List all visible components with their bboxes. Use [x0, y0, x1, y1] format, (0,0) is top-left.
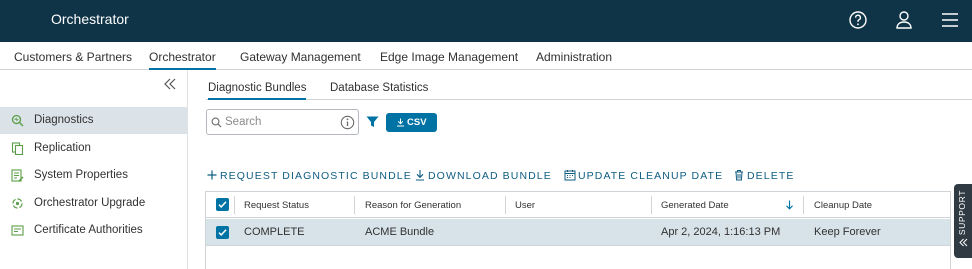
column-divider: [803, 196, 804, 214]
action-label: REQUEST DIAGNOSTIC BUNDLE: [220, 170, 412, 182]
column-header-cleanup-date[interactable]: Cleanup Date: [814, 200, 872, 211]
sidebar-item-label: Replication: [34, 142, 91, 154]
row-checkbox[interactable]: [216, 226, 229, 239]
help-icon[interactable]: [846, 8, 870, 32]
filter-icon[interactable]: [366, 116, 379, 128]
diagnostics-icon: [11, 114, 24, 127]
sidebar-item-orchestrator-upgrade[interactable]: Orchestrator Upgrade: [0, 190, 187, 217]
sidebar-item-label: Certificate Authorities: [34, 224, 143, 236]
checkmark-icon: [218, 229, 227, 236]
action-label: DELETE: [747, 170, 795, 182]
system-properties-icon: [11, 169, 24, 182]
replication-icon: [11, 142, 24, 155]
column-header-user[interactable]: User: [515, 200, 535, 211]
upgrade-icon: [12, 198, 23, 209]
info-icon[interactable]: [340, 115, 355, 130]
sidebar-item-system-properties[interactable]: System Properties: [0, 162, 187, 189]
table-row[interactable]: COMPLETE ACME Bundle Apr 2, 2024, 1:16:1…: [206, 219, 950, 246]
search-icon: [211, 117, 222, 128]
cell-cleanup-date: Keep Forever: [814, 226, 881, 238]
table-header: Request Status Reason for Generation Use…: [206, 192, 950, 218]
cell-reason: ACME Bundle: [365, 226, 435, 238]
app-header: Orchestrator: [0, 0, 972, 42]
sidebar-item-certificate-authorities[interactable]: Certificate Authorities: [0, 217, 187, 244]
topnav-customers-partners[interactable]: Customers & Partners: [14, 42, 132, 70]
column-divider: [505, 196, 506, 214]
action-label: DOWNLOAD BUNDLE: [428, 170, 552, 182]
cell-generated-date: Apr 2, 2024, 1:16:13 PM: [661, 226, 781, 238]
column-divider: [354, 196, 355, 214]
diagnostic-bundles-table: Request Status Reason for Generation Use…: [205, 191, 951, 269]
certificate-icon: [11, 225, 24, 236]
sort-descending-icon[interactable]: [785, 200, 794, 210]
sidebar-item-label: System Properties: [34, 169, 128, 181]
app-title: Orchestrator: [51, 11, 129, 27]
column-header-reason[interactable]: Reason for Generation: [365, 200, 461, 211]
tab-database-statistics[interactable]: Database Statistics: [330, 70, 428, 100]
sidebar-item-label: Diagnostics: [34, 114, 94, 126]
calendar-icon: [564, 170, 576, 181]
column-divider: [651, 196, 652, 214]
csv-label: CSV: [407, 117, 427, 128]
select-all-checkbox[interactable]: [216, 198, 229, 211]
search-box: [206, 109, 359, 135]
sidebar-item-diagnostics[interactable]: Diagnostics: [0, 107, 187, 134]
support-tab[interactable]: SUPPORT: [954, 184, 972, 258]
tab-diagnostic-bundles[interactable]: Diagnostic Bundles: [208, 70, 307, 100]
collapse-sidebar-icon[interactable]: [162, 76, 178, 92]
sidebar-item-label: Orchestrator Upgrade: [34, 197, 146, 209]
trash-icon: [735, 170, 743, 181]
topnav-orchestrator[interactable]: Orchestrator: [149, 42, 216, 70]
topnav-edge-image-management[interactable]: Edge Image Management: [380, 42, 518, 70]
chevron-left-icon: [959, 238, 968, 247]
column-header-generated-date[interactable]: Generated Date: [661, 200, 729, 211]
user-icon[interactable]: [892, 8, 916, 32]
topnav-gateway-management[interactable]: Gateway Management: [240, 42, 361, 70]
action-label: UPDATE CLEANUP DATE: [578, 170, 724, 182]
support-label: SUPPORT: [957, 190, 967, 236]
download-icon: [416, 170, 424, 181]
menu-icon[interactable]: [938, 8, 962, 32]
topnav-administration[interactable]: Administration: [536, 42, 612, 70]
cell-request-status: COMPLETE: [244, 226, 305, 238]
download-icon: [397, 118, 404, 127]
column-divider: [234, 196, 235, 214]
plus-icon: [207, 170, 217, 180]
top-navigation: Customers & Partners Orchestrator Gatewa…: [0, 42, 972, 70]
column-header-request-status[interactable]: Request Status: [244, 200, 309, 211]
checkmark-icon: [218, 201, 227, 208]
export-csv-button[interactable]: CSV: [386, 113, 437, 132]
sidebar: Diagnostics Replication System Propertie…: [0, 70, 188, 269]
content-tabs: Diagnostic Bundles Database Statistics: [206, 70, 972, 100]
sidebar-item-replication[interactable]: Replication: [0, 135, 187, 162]
search-input[interactable]: [225, 114, 335, 130]
